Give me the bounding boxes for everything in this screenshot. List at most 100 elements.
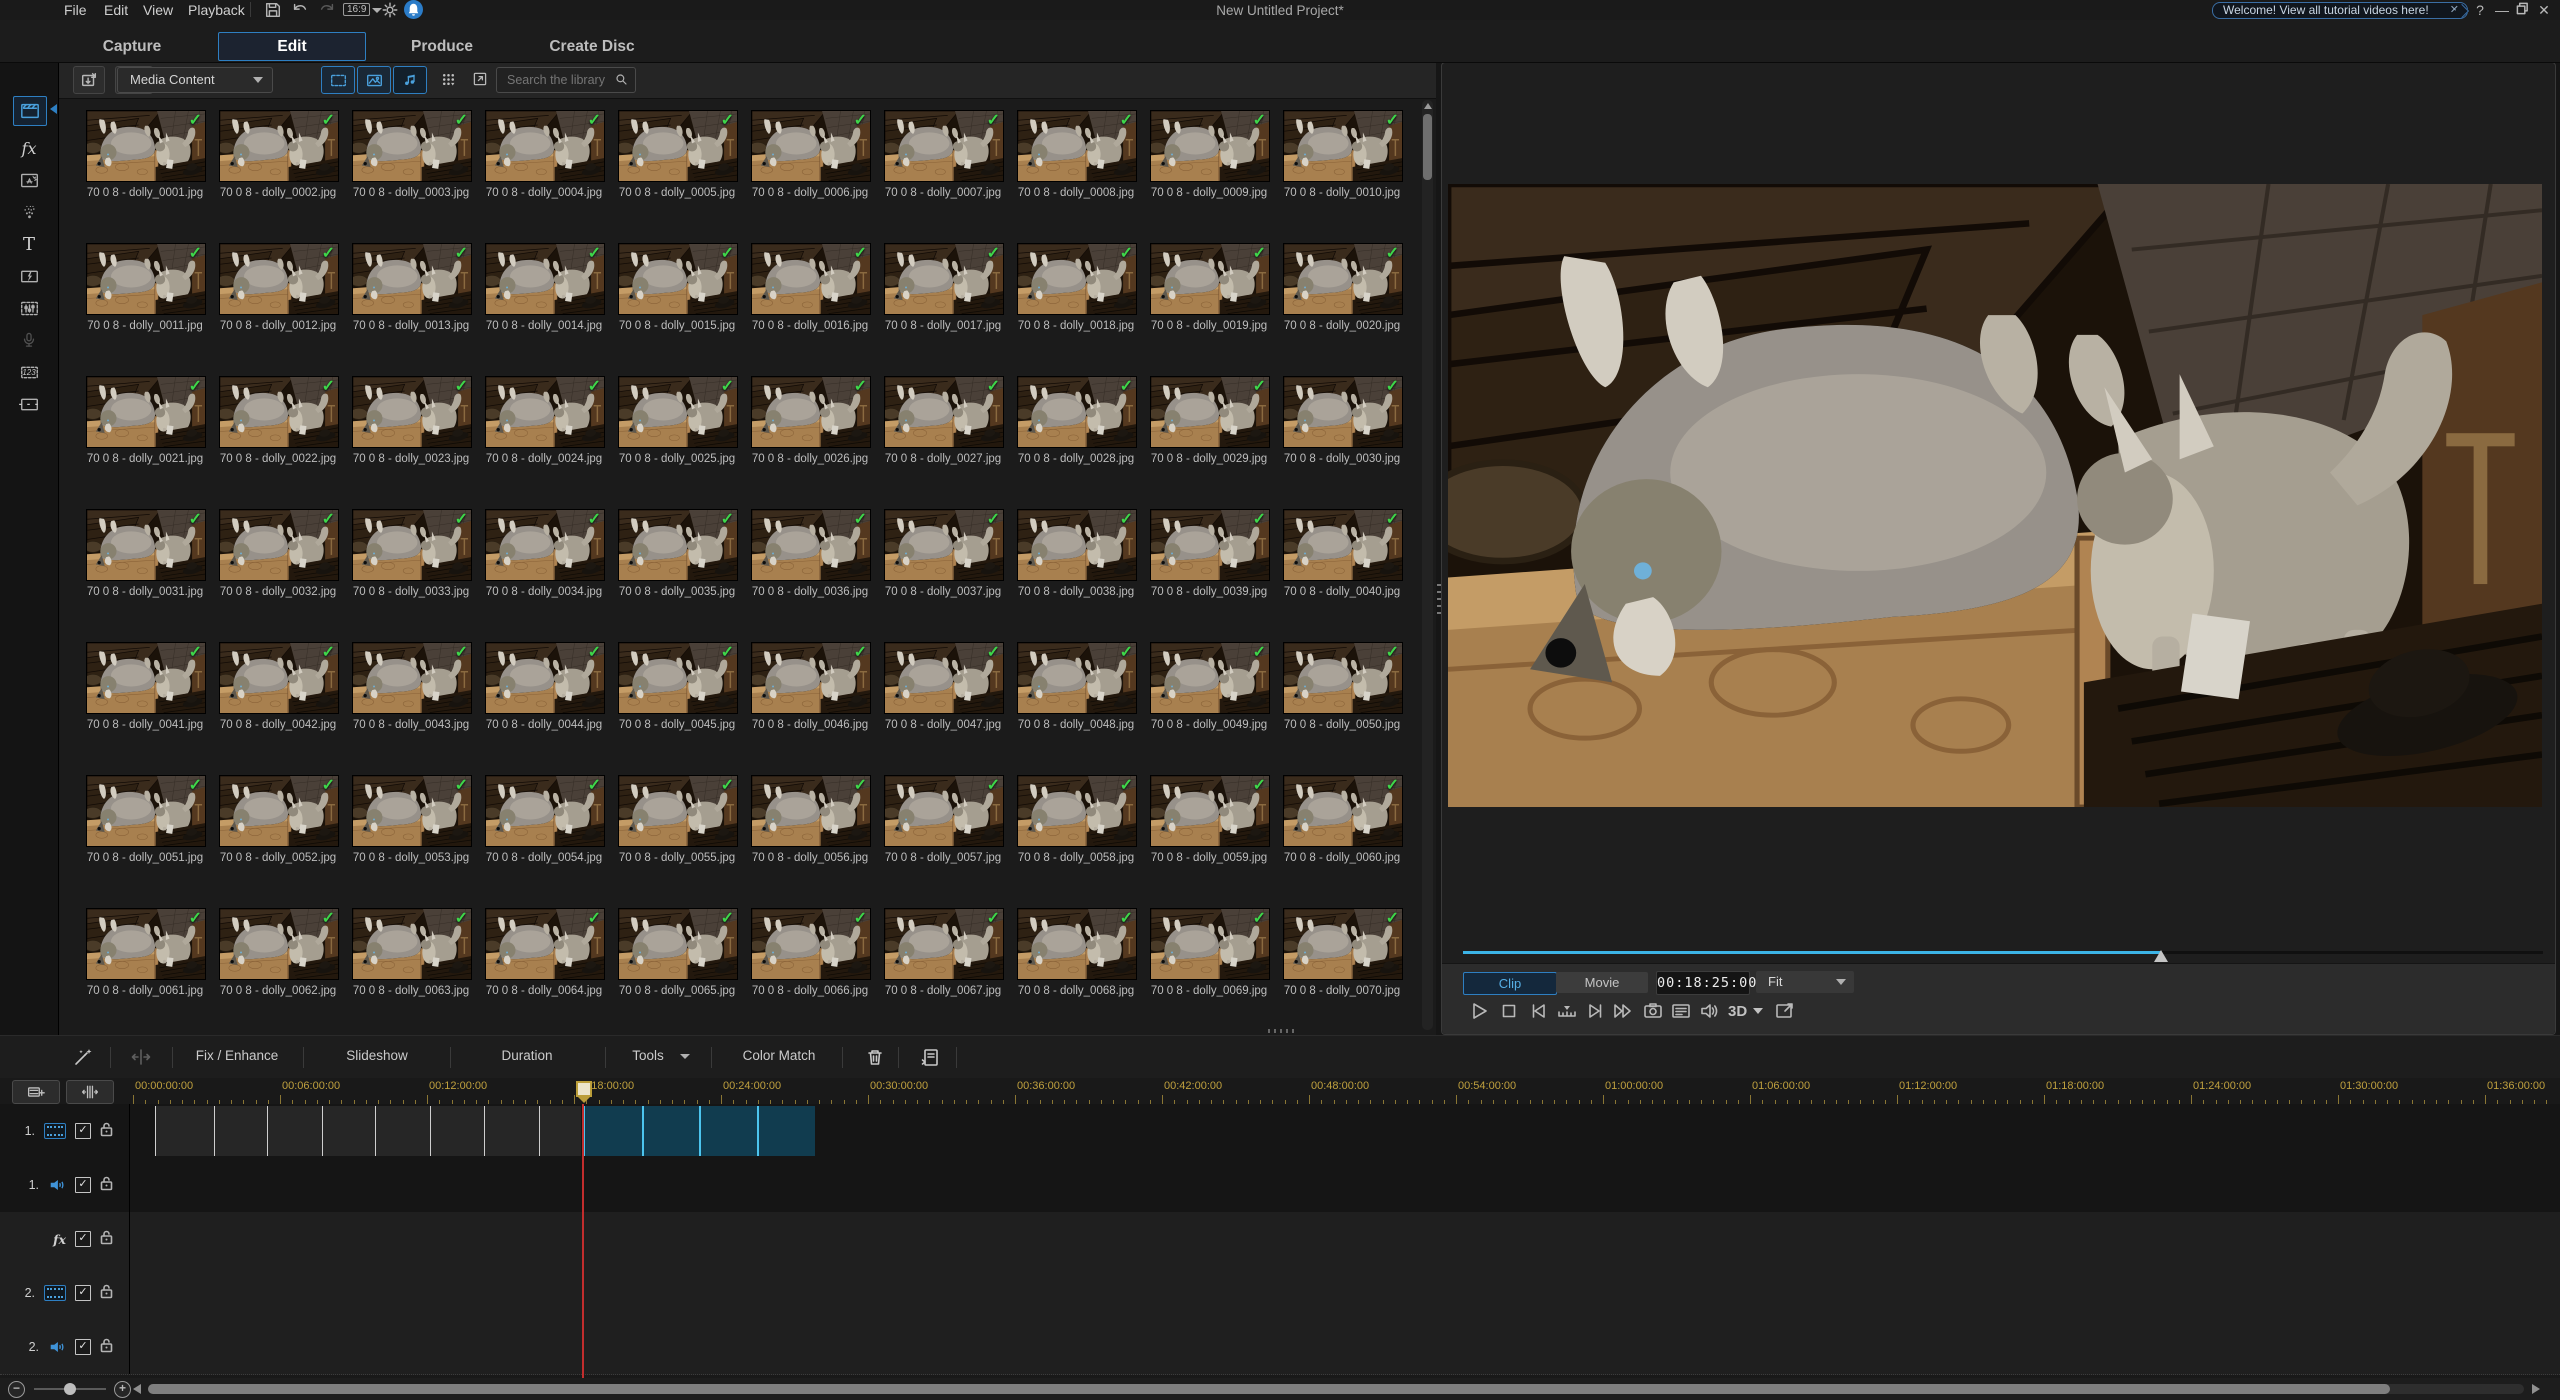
sidebar-item-voiceover-room[interactable] <box>13 326 45 354</box>
timeline-clip-selected[interactable] <box>699 1106 757 1156</box>
library-item[interactable]: ✓70 0 8 - dolly_0019.jpg <box>1150 243 1268 332</box>
library-item[interactable]: ✓70 0 8 - dolly_0035.jpg <box>618 509 736 598</box>
track-content[interactable] <box>131 1212 2550 1266</box>
library-item[interactable]: ✓70 0 8 - dolly_0027.jpg <box>884 376 1002 465</box>
magic-wand-icon[interactable] <box>72 1046 94 1068</box>
sidebar-item-particle-room[interactable] <box>13 198 45 226</box>
track-lock-icon[interactable] <box>100 1283 113 1304</box>
play-button[interactable] <box>1468 1000 1490 1022</box>
seekbar-playhead[interactable] <box>2154 950 2168 962</box>
library-item[interactable]: ✓70 0 8 - dolly_0016.jpg <box>751 243 869 332</box>
undock-preview-icon[interactable] <box>1774 1000 1796 1022</box>
library-item[interactable]: ✓70 0 8 - dolly_0069.jpg <box>1150 908 1268 997</box>
timeline-clip-selected[interactable] <box>757 1106 815 1156</box>
scroll-left-icon[interactable] <box>133 1384 141 1394</box>
timeline-ruler[interactable]: 00:00:00:0000:06:00:0000:12:00:0000:18:0… <box>0 1078 2560 1105</box>
library-item[interactable]: ✓70 0 8 - dolly_0008.jpg <box>1017 110 1135 199</box>
library-item[interactable]: ✓70 0 8 - dolly_0021.jpg <box>86 376 204 465</box>
sidebar-item-transition-room[interactable] <box>13 262 45 290</box>
library-item[interactable]: ✓70 0 8 - dolly_0049.jpg <box>1150 642 1268 731</box>
timeline-clip[interactable] <box>375 1106 430 1156</box>
library-item[interactable]: ✓70 0 8 - dolly_0011.jpg <box>86 243 204 332</box>
track-content[interactable] <box>131 1266 2550 1320</box>
timeline-playhead-marker[interactable] <box>576 1081 592 1097</box>
preview-seekbar[interactable] <box>1463 951 2543 954</box>
library-resize-grip[interactable] <box>1268 1029 1296 1033</box>
library-item[interactable]: ✓70 0 8 - dolly_0020.jpg <box>1283 243 1401 332</box>
sidebar-item-title-room[interactable]: T <box>13 230 45 258</box>
library-item[interactable]: ✓70 0 8 - dolly_0050.jpg <box>1283 642 1401 731</box>
library-item[interactable]: ✓70 0 8 - dolly_0054.jpg <box>485 775 603 864</box>
library-item[interactable]: ✓70 0 8 - dolly_0030.jpg <box>1283 376 1401 465</box>
library-item[interactable]: ✓70 0 8 - dolly_0007.jpg <box>884 110 1002 199</box>
minimize-button[interactable]: — <box>2494 2 2510 18</box>
timeline-clip[interactable] <box>539 1106 581 1156</box>
library-item[interactable]: ✓70 0 8 - dolly_0058.jpg <box>1017 775 1135 864</box>
sidebar-item-media-room[interactable] <box>13 96 47 126</box>
track-lock-icon[interactable] <box>100 1121 113 1142</box>
audio-track-icon[interactable] <box>48 1176 66 1194</box>
library-item[interactable]: ✓70 0 8 - dolly_0043.jpg <box>352 642 470 731</box>
search-input[interactable] <box>505 70 609 90</box>
delete-trash-icon[interactable] <box>864 1046 886 1068</box>
library-item[interactable]: ✓70 0 8 - dolly_0010.jpg <box>1283 110 1401 199</box>
library-item[interactable]: ✓70 0 8 - dolly_0031.jpg <box>86 509 204 598</box>
timeline-track-video-1[interactable]: 1.✓ <box>0 1104 2560 1159</box>
tab-produce[interactable]: Produce <box>369 33 515 60</box>
track-enable-checkbox[interactable]: ✓ <box>75 1123 91 1139</box>
previous-frame-button[interactable] <box>1528 1000 1550 1022</box>
library-item[interactable]: ✓70 0 8 - dolly_0047.jpg <box>884 642 1002 731</box>
volume-icon[interactable] <box>1698 1000 1720 1022</box>
preview-quality-menu-icon[interactable] <box>1670 1000 1692 1022</box>
clip-mode-button[interactable]: Clip <box>1463 972 1557 995</box>
library-item[interactable]: ✓70 0 8 - dolly_0015.jpg <box>618 243 736 332</box>
library-item[interactable]: ✓70 0 8 - dolly_0055.jpg <box>618 775 736 864</box>
library-item[interactable]: ✓70 0 8 - dolly_0005.jpg <box>618 110 736 199</box>
library-item[interactable]: ✓70 0 8 - dolly_0003.jpg <box>352 110 470 199</box>
fix-enhance-button[interactable]: Fix / Enhance <box>196 1048 279 1063</box>
color-match-button[interactable]: Color Match <box>743 1048 816 1063</box>
library-item[interactable]: ✓70 0 8 - dolly_0038.jpg <box>1017 509 1135 598</box>
zoom-slider[interactable] <box>34 1388 106 1390</box>
timeline-track-audio-2[interactable]: 2.✓ <box>0 1320 2560 1375</box>
detach-library-icon[interactable] <box>467 66 493 92</box>
library-item[interactable]: ✓70 0 8 - dolly_0065.jpg <box>618 908 736 997</box>
timeline-clip-selected[interactable] <box>583 1106 642 1156</box>
next-frame-button[interactable] <box>1584 1000 1606 1022</box>
filter-photo-button[interactable] <box>357 66 391 94</box>
slideshow-button[interactable]: Slideshow <box>346 1048 408 1063</box>
sidebar-item-subtitle-room[interactable]: - - - <box>13 390 45 418</box>
audio-track-icon[interactable] <box>48 1338 66 1356</box>
sidebar-item-effect-room[interactable]: fx <box>13 134 45 162</box>
library-item[interactable]: ✓70 0 8 - dolly_0033.jpg <box>352 509 470 598</box>
library-item[interactable]: ✓70 0 8 - dolly_0034.jpg <box>485 509 603 598</box>
library-item[interactable]: ✓70 0 8 - dolly_0063.jpg <box>352 908 470 997</box>
zoom-out-button[interactable]: − <box>8 1381 25 1398</box>
library-item[interactable]: ✓70 0 8 - dolly_0060.jpg <box>1283 775 1401 864</box>
library-item[interactable]: ✓70 0 8 - dolly_0002.jpg <box>219 110 337 199</box>
sidebar-item-chapter-room[interactable]: 123 <box>13 358 45 386</box>
track-manager-button[interactable] <box>12 1080 60 1104</box>
library-item[interactable]: ✓70 0 8 - dolly_0068.jpg <box>1017 908 1135 997</box>
library-item[interactable]: ✓70 0 8 - dolly_0029.jpg <box>1150 376 1268 465</box>
search-icon[interactable] <box>614 72 629 87</box>
library-item[interactable]: ✓70 0 8 - dolly_0037.jpg <box>884 509 1002 598</box>
duration-button[interactable]: Duration <box>501 1048 552 1063</box>
library-item[interactable]: ✓70 0 8 - dolly_0056.jpg <box>751 775 869 864</box>
track-content[interactable] <box>131 1158 2550 1212</box>
library-item[interactable]: ✓70 0 8 - dolly_0052.jpg <box>219 775 337 864</box>
library-item[interactable]: ✓70 0 8 - dolly_0014.jpg <box>485 243 603 332</box>
zoom-fit-dropdown[interactable]: Fit <box>1756 971 1854 993</box>
timeline-clip[interactable] <box>267 1106 322 1156</box>
library-filter-dropdown[interactable]: Media Content <box>117 67 273 93</box>
step-backward-button[interactable] <box>1556 1000 1578 1022</box>
track-lock-icon[interactable] <box>100 1337 113 1358</box>
timeline-clip[interactable] <box>155 1106 214 1156</box>
library-item[interactable]: ✓70 0 8 - dolly_0045.jpg <box>618 642 736 731</box>
library-item[interactable]: ✓70 0 8 - dolly_0041.jpg <box>86 642 204 731</box>
sidebar-item-audio-mixing-room[interactable] <box>13 294 45 322</box>
library-item[interactable]: ✓70 0 8 - dolly_0022.jpg <box>219 376 337 465</box>
library-item[interactable]: ✓70 0 8 - dolly_0051.jpg <box>86 775 204 864</box>
library-item[interactable]: ✓70 0 8 - dolly_0067.jpg <box>884 908 1002 997</box>
library-item[interactable]: ✓70 0 8 - dolly_0044.jpg <box>485 642 603 731</box>
